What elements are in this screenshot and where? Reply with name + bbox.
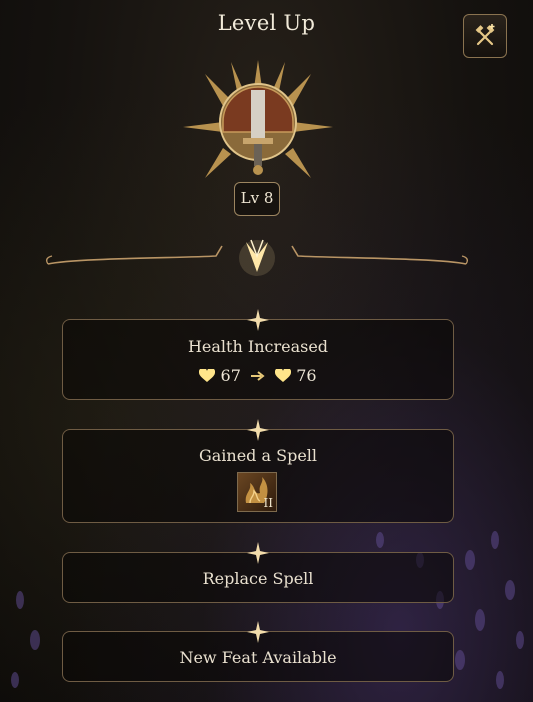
level-badge: Lv 8 [234,182,280,216]
spell-level: II [263,496,273,510]
health-change: 67 76 [63,365,453,385]
sparkle-icon [247,309,269,331]
sparkle-icon [247,621,269,643]
health-increased-card: Health Increased 67 76 [62,309,454,400]
tools-icon [475,24,495,46]
heart-icon [199,368,216,382]
heart-icon [275,368,292,382]
spell-icon[interactable]: II [237,472,277,512]
new-feat-card[interactable]: New Feat Available [62,621,454,682]
card-title: Gained a Spell [198,446,318,465]
gained-spell-card: Gained a Spell II [62,419,454,523]
card-title: Replace Spell [202,569,314,588]
replace-spell-card[interactable]: Replace Spell [62,542,454,603]
class-emblem-icon [183,60,333,178]
page-title: Level Up [217,11,316,35]
sparkle-icon [247,419,269,441]
health-new-value: 76 [296,366,317,385]
card-title: New Feat Available [179,648,337,667]
health-old-value: 67 [220,366,241,385]
sparkle-icon [247,542,269,564]
arrow-right-icon [251,370,265,381]
ornamental-divider [45,239,469,276]
card-title: Health Increased [187,337,329,356]
level-up-screen: Level Up Lv 8 Health Increased 67 76 Gai… [0,0,533,702]
tools-button[interactable] [463,14,507,58]
